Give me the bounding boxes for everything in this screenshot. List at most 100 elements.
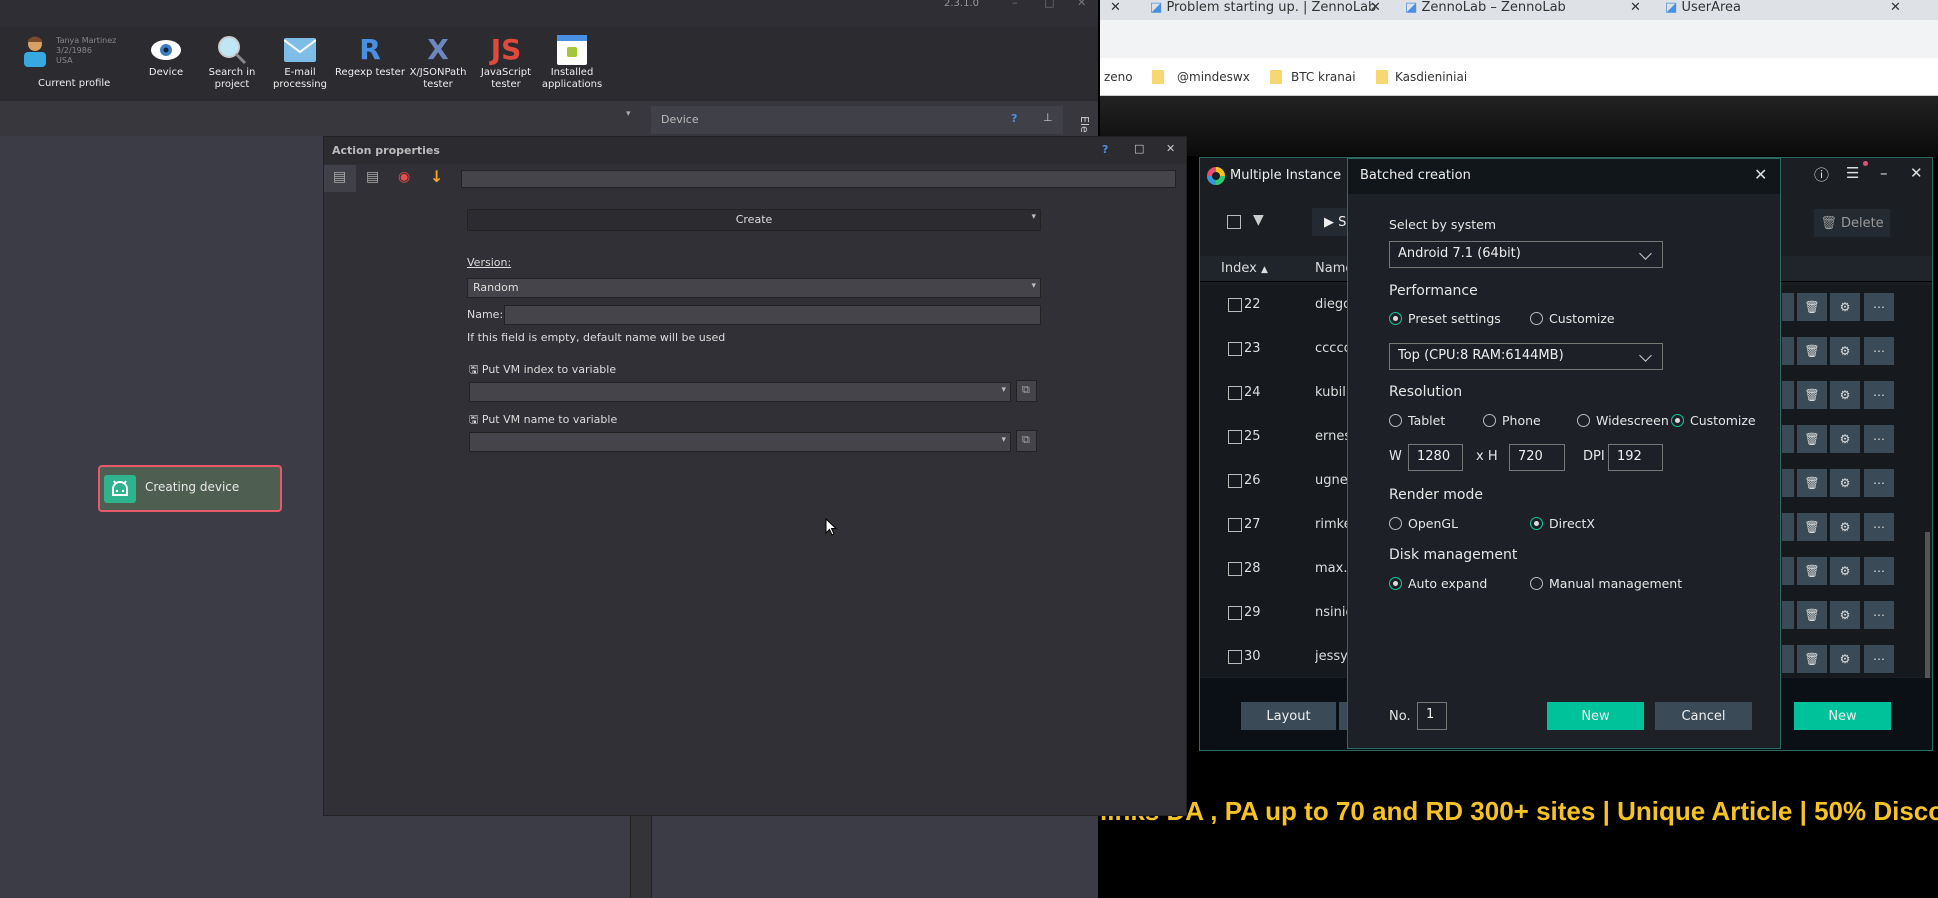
- document-edit-icon[interactable]: ▤: [366, 169, 379, 185]
- preset-select[interactable]: Top (CPU:8 RAM:6144MB): [1389, 343, 1663, 370]
- row-settings-button[interactable]: ⚙: [1830, 425, 1860, 453]
- properties-tab[interactable]: ▤: [324, 165, 356, 192]
- row-delete-button[interactable]: 🗑: [1797, 337, 1827, 365]
- installed-applications-button[interactable]: Installed applications: [532, 33, 612, 91]
- row-action-button[interactable]: [1782, 469, 1794, 497]
- row-checkbox[interactable]: [1228, 606, 1242, 620]
- auto-expand-radio[interactable]: Auto expand: [1389, 576, 1487, 591]
- help-button[interactable]: ?: [1102, 143, 1108, 156]
- help-icon[interactable]: ⓘ: [1814, 164, 1829, 185]
- resolution-widescreen-radio[interactable]: Widescreen: [1577, 413, 1669, 428]
- row-settings-button[interactable]: ⚙: [1830, 469, 1860, 497]
- row-checkbox[interactable]: [1228, 342, 1242, 356]
- row-more-button[interactable]: ⋯: [1864, 425, 1894, 453]
- manual-management-radio[interactable]: Manual management: [1530, 576, 1682, 591]
- record-icon[interactable]: ◉: [398, 169, 410, 185]
- row-settings-button[interactable]: ⚙: [1830, 337, 1860, 365]
- row-more-button[interactable]: ⋯: [1864, 601, 1894, 629]
- side-tab-elements[interactable]: Ele: [1078, 116, 1091, 133]
- tab-close-icon[interactable]: ✕: [1370, 0, 1381, 15]
- delete-button[interactable]: 🗑 Delete: [1814, 209, 1890, 237]
- help-icon[interactable]: ?: [1011, 112, 1017, 125]
- bookmark-zeno[interactable]: zeno: [1104, 70, 1133, 84]
- select-all-checkbox[interactable]: [1227, 215, 1241, 229]
- bookmark-mindeswx[interactable]: @mindeswx: [1177, 70, 1250, 84]
- row-more-button[interactable]: ⋯: [1864, 381, 1894, 409]
- row-action-button[interactable]: [1782, 425, 1794, 453]
- opengl-radio[interactable]: OpenGL: [1389, 516, 1458, 531]
- preset-settings-radio[interactable]: Preset settings: [1389, 311, 1501, 326]
- dpi-input[interactable]: 192: [1608, 444, 1663, 471]
- row-checkbox[interactable]: [1228, 518, 1242, 532]
- row-checkbox[interactable]: [1228, 430, 1242, 444]
- row-settings-button[interactable]: ⚙: [1830, 381, 1860, 409]
- row-settings-button[interactable]: ⚙: [1830, 513, 1860, 541]
- row-more-button[interactable]: ⋯: [1864, 469, 1894, 497]
- row-more-button[interactable]: ⋯: [1864, 513, 1894, 541]
- minimize-button[interactable]: –: [1012, 0, 1018, 9]
- row-more-button[interactable]: ⋯: [1864, 293, 1894, 321]
- copy-variable-button[interactable]: ⧉: [1016, 380, 1037, 402]
- row-delete-button[interactable]: 🗑: [1797, 645, 1827, 673]
- row-delete-button[interactable]: 🗑: [1797, 425, 1827, 453]
- tab-close-icon[interactable]: ✕: [1110, 0, 1121, 15]
- splitter[interactable]: [630, 816, 652, 898]
- row-action-button[interactable]: [1782, 337, 1794, 365]
- row-more-button[interactable]: ⋯: [1864, 645, 1894, 673]
- row-checkbox[interactable]: [1228, 386, 1242, 400]
- creating-device-node[interactable]: Creating device: [98, 465, 282, 512]
- close-icon[interactable]: ✕: [1754, 165, 1767, 184]
- row-delete-button[interactable]: 🗑: [1797, 513, 1827, 541]
- close-button[interactable]: ✕: [1910, 164, 1923, 182]
- filter-icon[interactable]: ▼: [1253, 212, 1264, 228]
- row-delete-button[interactable]: 🗑: [1797, 381, 1827, 409]
- action-select[interactable]: Create: [467, 209, 1041, 231]
- start-button[interactable]: ▶ S: [1312, 208, 1352, 236]
- row-settings-button[interactable]: ⚙: [1830, 293, 1860, 321]
- row-action-button[interactable]: [1782, 381, 1794, 409]
- dropdown-arrow-icon[interactable]: ▾: [626, 109, 631, 119]
- column-index[interactable]: Index ▲: [1221, 261, 1268, 276]
- new-instance-button[interactable]: New: [1794, 702, 1891, 730]
- name-input[interactable]: [504, 305, 1041, 325]
- row-settings-button[interactable]: ⚙: [1830, 645, 1860, 673]
- row-checkbox[interactable]: [1228, 562, 1242, 576]
- row-delete-button[interactable]: 🗑: [1797, 557, 1827, 585]
- row-action-button[interactable]: [1782, 293, 1794, 321]
- row-delete-button[interactable]: 🗑: [1797, 469, 1827, 497]
- arrow-down-icon[interactable]: ↓: [430, 167, 443, 186]
- promo-banner[interactable]: links DA , PA up to 70 and RD 300+ sites…: [1100, 796, 1938, 827]
- scrollbar[interactable]: [1925, 532, 1930, 678]
- close-button[interactable]: ✕: [1166, 142, 1175, 155]
- row-action-button[interactable]: [1782, 557, 1794, 585]
- resolution-customize-radio[interactable]: Customize: [1671, 413, 1756, 428]
- pin-icon[interactable]: ⊥: [1043, 111, 1053, 124]
- row-checkbox[interactable]: [1228, 298, 1242, 312]
- row-more-button[interactable]: ⋯: [1864, 337, 1894, 365]
- maximize-button[interactable]: □: [1044, 0, 1054, 9]
- row-checkbox[interactable]: [1228, 474, 1242, 488]
- vm-index-variable-select[interactable]: [469, 382, 1011, 402]
- row-action-button[interactable]: [1782, 513, 1794, 541]
- tab-userarea[interactable]: ◪ UserArea: [1665, 0, 1741, 15]
- vm-name-variable-select[interactable]: [469, 432, 1011, 452]
- tab-close-icon[interactable]: ✕: [1890, 0, 1901, 15]
- row-settings-button[interactable]: ⚙: [1830, 601, 1860, 629]
- bookmark-kasdieniniai[interactable]: Kasdieniniai: [1395, 70, 1467, 84]
- cancel-button[interactable]: Cancel: [1655, 702, 1752, 730]
- minimize-button[interactable]: –: [1880, 164, 1888, 182]
- row-checkbox[interactable]: [1228, 650, 1242, 664]
- bookmark-btc-kranai[interactable]: BTC kranai: [1291, 70, 1356, 84]
- menu-icon[interactable]: ☰: [1846, 164, 1859, 182]
- row-settings-button[interactable]: ⚙: [1830, 557, 1860, 585]
- maximize-button[interactable]: □: [1134, 142, 1144, 155]
- height-input[interactable]: 720: [1509, 444, 1565, 471]
- address-bar[interactable]: [1100, 20, 1938, 58]
- system-select[interactable]: Android 7.1 (64bit): [1389, 241, 1663, 268]
- action-search-field[interactable]: [461, 170, 1176, 188]
- row-delete-button[interactable]: 🗑: [1797, 601, 1827, 629]
- tab-close-icon[interactable]: ✕: [1630, 0, 1641, 15]
- email-processing-button[interactable]: E-mail processing: [260, 33, 340, 91]
- count-input[interactable]: 1: [1417, 702, 1447, 730]
- width-input[interactable]: 1280: [1408, 444, 1463, 471]
